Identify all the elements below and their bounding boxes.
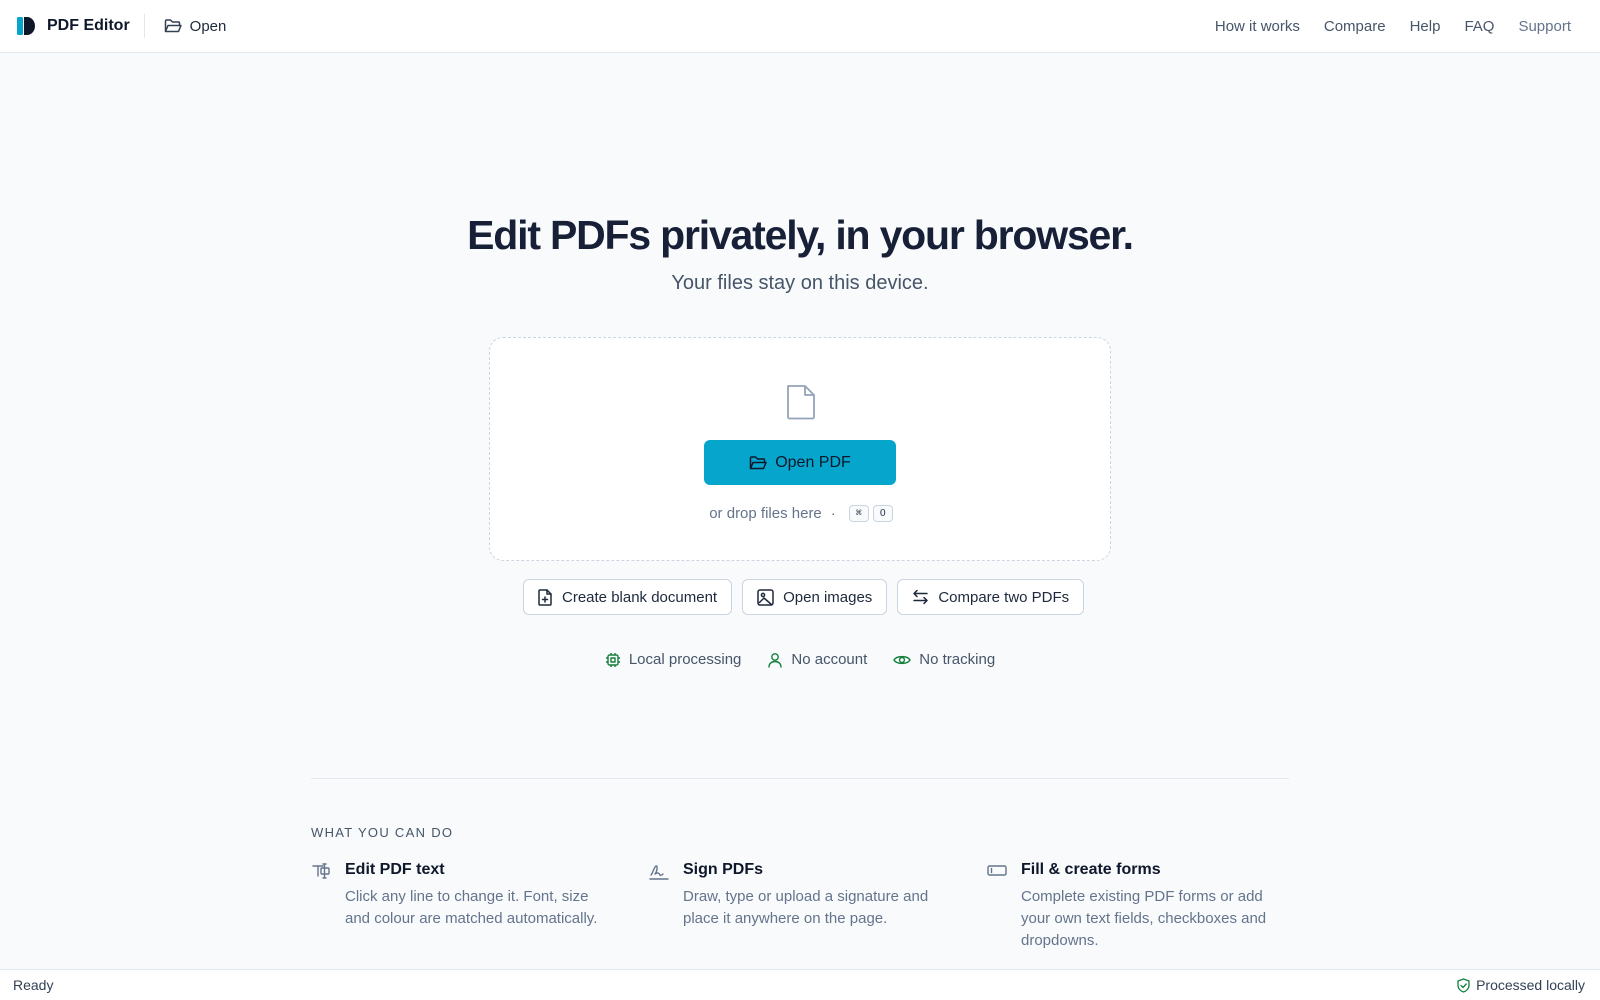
nav-faq[interactable]: FAQ — [1464, 18, 1494, 35]
feature-description: Draw, type or upload a signature and pla… — [683, 888, 929, 927]
status-bar: Ready Processed locally — [0, 969, 1600, 1000]
create-blank-document-button[interactable]: Create blank document — [523, 579, 733, 615]
drop-hint: or drop files here · ⌘ O — [490, 505, 1112, 522]
feature-text: Edit PDF text Click any line to change i… — [345, 861, 610, 952]
document-icon — [784, 383, 818, 421]
form-field-icon — [987, 861, 1008, 952]
open-pdf-button[interactable]: Open PDF — [704, 440, 896, 485]
swap-arrows-icon — [912, 589, 929, 605]
top-bar: PDF Editor Open How it works Compare Hel… — [0, 0, 1600, 53]
signature-icon — [649, 861, 670, 952]
feature-description: Click any line to change it. Font, size … — [345, 888, 598, 927]
drop-hint-text: or drop files here — [709, 505, 822, 522]
nav-compare[interactable]: Compare — [1324, 18, 1386, 35]
shortcut-key-cmd: ⌘ — [848, 505, 869, 522]
secondary-actions: Create blank document Open images Compar… — [523, 579, 1085, 615]
trust-no-tracking-label: No tracking — [919, 651, 996, 668]
trust-local-processing: Local processing — [605, 651, 742, 668]
file-plus-icon — [538, 588, 553, 606]
feature-title: Fill & create forms — [1021, 861, 1161, 878]
feature-title: Sign PDFs — [683, 861, 764, 878]
top-nav: How it works Compare Help FAQ Support — [1215, 18, 1584, 35]
feature-text: Sign PDFs Draw, type or upload a signatu… — [683, 861, 948, 952]
feature-fill-create-forms: Fill & create forms Complete existing PD… — [987, 861, 1325, 952]
image-icon — [757, 588, 774, 606]
nav-support[interactable]: Support — [1518, 18, 1571, 35]
brand[interactable]: PDF Editor — [16, 16, 130, 36]
shortcut-key-o: O — [872, 505, 893, 522]
open-images-label: Open images — [783, 588, 873, 606]
feature-sign-pdfs: Sign PDFs Draw, type or upload a signatu… — [649, 861, 987, 952]
hint-separator: · — [830, 505, 836, 522]
features-list: Edit PDF text Click any line to change i… — [311, 861, 1325, 952]
trust-no-tracking: No tracking — [893, 651, 995, 668]
trust-no-account-label: No account — [791, 651, 868, 668]
trust-no-account: No account — [767, 651, 867, 668]
open-images-button[interactable]: Open images — [742, 579, 888, 615]
shield-check-icon — [1457, 977, 1470, 993]
header-open-button[interactable]: Open — [164, 17, 227, 35]
hero-title: Edit PDFs privately, in your browser. — [467, 212, 1134, 258]
feature-text: Fill & create forms Complete existing PD… — [1021, 861, 1286, 952]
compare-two-pdfs-button[interactable]: Compare two PDFs — [897, 579, 1085, 615]
feature-description: Complete existing PDF forms or add your … — [1021, 888, 1267, 949]
status-text: Ready — [13, 977, 54, 993]
header-divider — [143, 14, 145, 38]
feature-edit-pdf-text: Edit PDF text Click any line to change i… — [311, 861, 649, 952]
hero-subtitle: Your files stay on this device. — [671, 272, 929, 294]
chip-icon — [605, 652, 621, 668]
compare-two-pdfs-label: Compare two PDFs — [938, 588, 1070, 606]
eye-icon — [893, 653, 912, 667]
nav-help[interactable]: Help — [1410, 18, 1441, 35]
trust-badges: Local processing No account No tracking — [0, 651, 1600, 668]
trust-local-processing-label: Local processing — [628, 651, 742, 668]
features-section-label: WHAT YOU CAN DO — [311, 825, 454, 840]
processing-status: Processed locally — [1457, 977, 1585, 993]
header-open-label: Open — [189, 17, 227, 35]
app-logo-icon — [16, 16, 36, 36]
folder-open-icon — [749, 455, 767, 471]
text-cursor-icon — [311, 861, 332, 952]
app-name: PDF Editor — [47, 17, 130, 34]
folder-open-icon — [164, 18, 182, 34]
nav-how-it-works[interactable]: How it works — [1215, 18, 1300, 35]
open-pdf-label: Open PDF — [775, 453, 851, 471]
processed-locally-label: Processed locally — [1476, 977, 1585, 993]
user-icon — [767, 652, 783, 668]
create-blank-document-label: Create blank document — [562, 588, 718, 606]
section-divider — [311, 778, 1289, 779]
drop-zone[interactable]: Open PDF or drop files here · ⌘ O — [489, 337, 1111, 561]
feature-title: Edit PDF text — [345, 861, 445, 878]
